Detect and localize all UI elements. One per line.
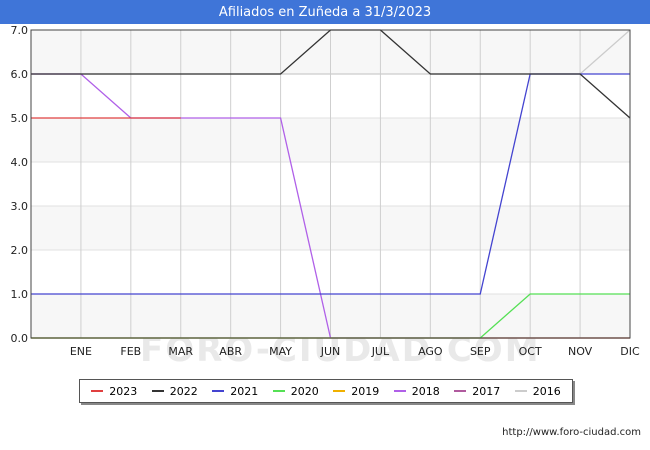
legend-swatch [91,390,104,392]
x-tick-label: MAR [168,345,193,358]
legend-swatch [393,390,406,392]
y-tick-label: 0.0 [11,332,29,345]
legend-swatch [151,390,164,392]
legend-label: 2023 [109,384,138,398]
legend-item-2019: 2019 [333,385,379,398]
legend-label: 2021 [230,384,259,398]
legend-label: 2018 [411,384,440,398]
x-tick-label: NOV [568,345,593,358]
x-tick-label: JUN [320,345,341,358]
x-tick-label: OCT [519,345,542,358]
legend-swatch [514,390,527,392]
source-link[interactable]: http://www.foro-ciudad.com [502,427,641,438]
x-tick-label: ABR [219,345,242,358]
x-tick-label: SEP [470,345,491,358]
x-tick-label: DIC [620,345,640,358]
legend-swatch [212,390,225,392]
legend-label: 2020 [290,384,319,398]
legend-item-2016: 2016 [514,384,561,398]
y-tick-label: 3.0 [11,200,29,213]
legend-label: 2017 [472,384,501,398]
x-tick-label: MAY [269,345,292,358]
legend-label: 2016 [532,384,561,398]
y-tick-label: 4.0 [11,156,29,169]
legend-item-2023: 2023 [91,385,137,398]
legend-item-2017: 2017 [454,385,500,398]
legend-item-2021: 2021 [212,385,258,398]
y-tick-label: 6.0 [11,68,29,81]
legend-item-2020: 2020 [272,384,319,398]
y-tick-label: 5.0 [11,112,29,125]
legend-swatch [272,390,285,392]
x-tick-label: AGO [418,345,443,358]
legend-label: 2019 [351,384,380,398]
legend-swatch [454,390,467,392]
x-tick-label: JUL [371,345,390,358]
legend-item-2022: 2022 [151,384,198,398]
legend-label: 2022 [169,384,198,398]
y-tick-label: 7.0 [11,24,29,37]
y-tick-label: 2.0 [11,244,29,257]
y-tick-label: 1.0 [11,288,29,301]
chart-legend: 2023 2022 2021 2020 2019 2018 2017 2016 [79,379,573,403]
x-tick-label: ENE [70,345,92,358]
legend-swatch [333,390,346,392]
legend-item-2018: 2018 [393,384,440,398]
x-tick-label: FEB [120,345,141,358]
